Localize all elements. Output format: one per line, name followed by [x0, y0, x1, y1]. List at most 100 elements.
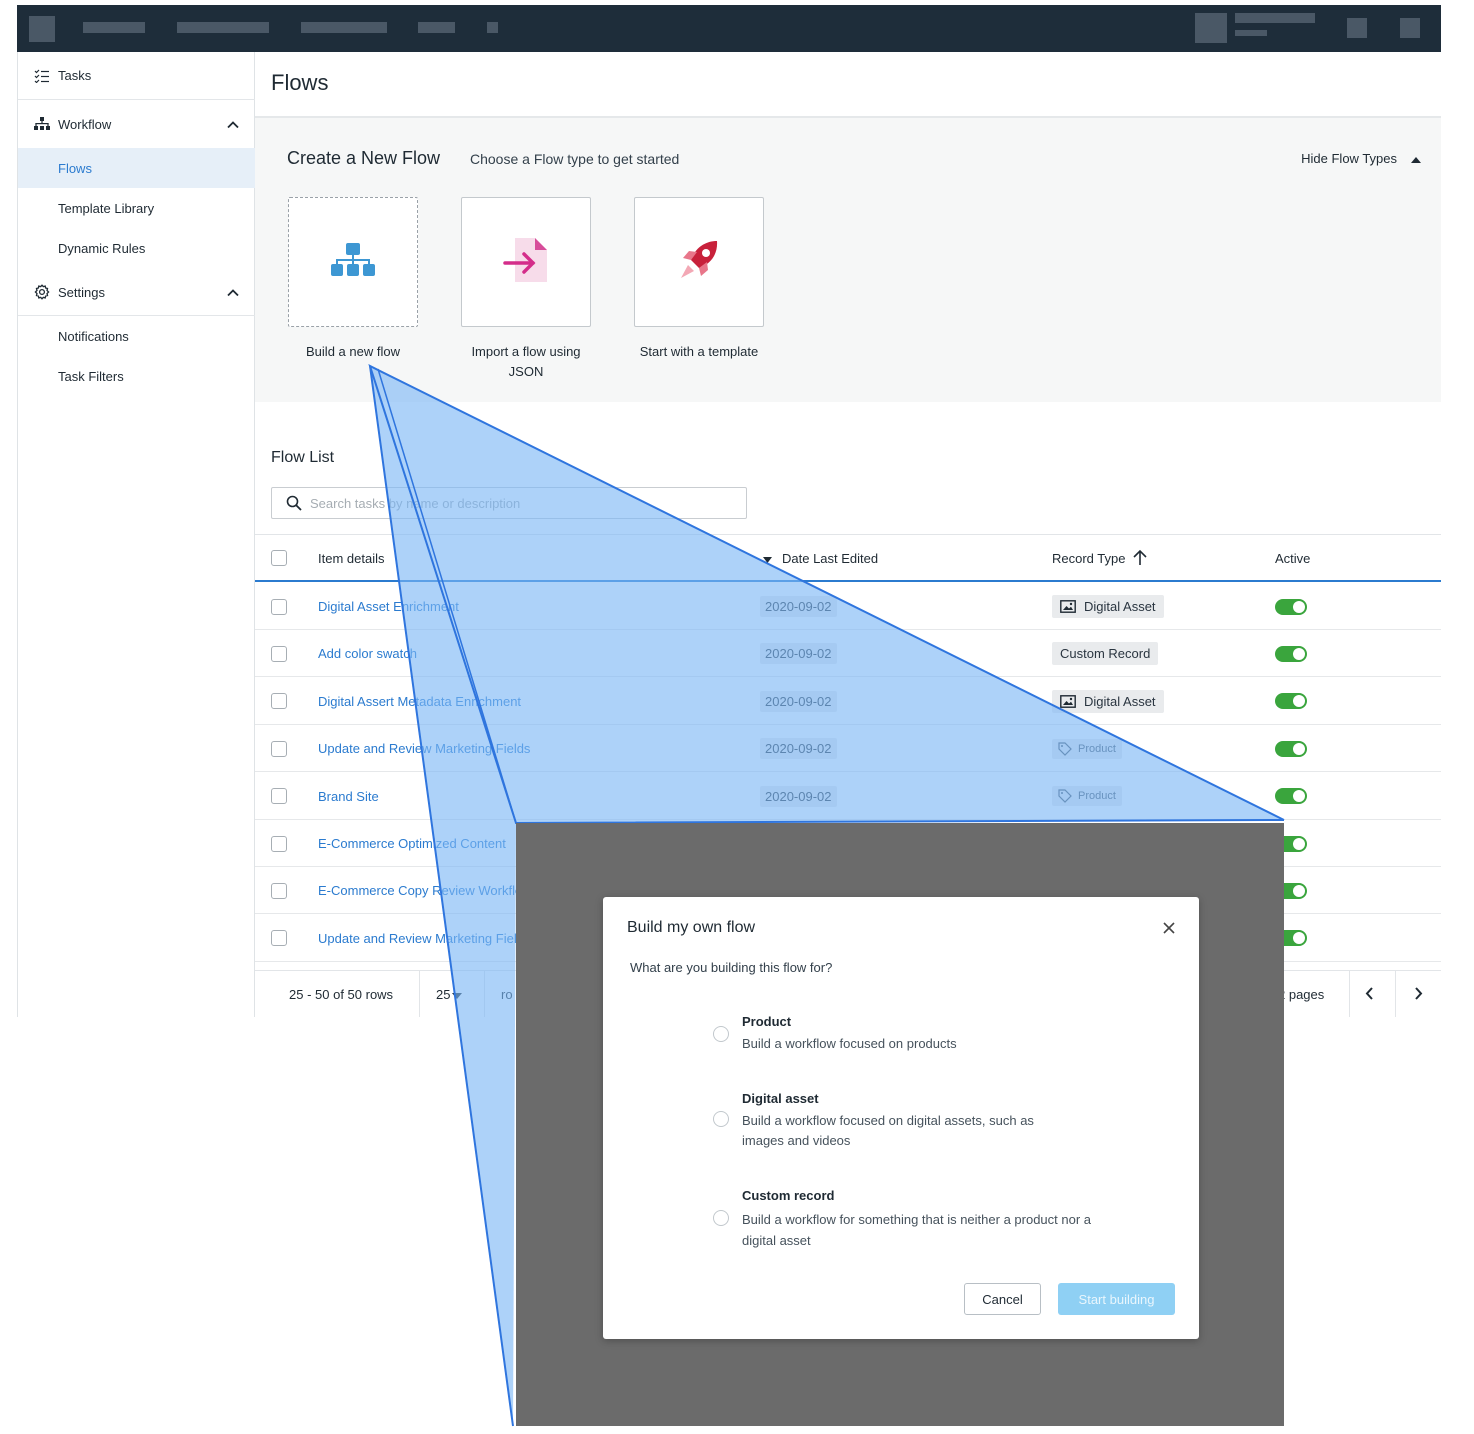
flow-name-link[interactable]: Brand Site: [318, 773, 379, 820]
row-checkbox-cell[interactable]: [271, 820, 287, 867]
chevron-up-icon[interactable]: [227, 285, 239, 300]
sidebar-item-settings[interactable]: Settings: [18, 268, 255, 316]
flow-name-link[interactable]: Update and Review Marketing Fields: [318, 915, 530, 962]
table-row[interactable]: Digital Asset Enrichment 2020-09-02 Digita…: [255, 583, 1441, 630]
record-type-label: Product: [1078, 790, 1116, 803]
column-record-type[interactable]: Record Type: [1052, 535, 1148, 581]
hide-flow-types-button[interactable]: Hide Flow Types: [1301, 151, 1421, 166]
digital-asset-radio[interactable]: [713, 1111, 729, 1127]
row-checkbox[interactable]: [271, 835, 287, 852]
flow-name-link[interactable]: E-Commerce Copy Review Workflow: [318, 867, 532, 914]
record-type-label: Digital Asset: [1084, 693, 1156, 709]
search-input[interactable]: [310, 495, 730, 511]
table-row[interactable]: Update and Review Marketing Fields 2020-0…: [255, 725, 1441, 773]
active-cell: [1275, 583, 1307, 630]
chevron-up-icon[interactable]: [227, 117, 239, 132]
build-new-flow-card[interactable]: [288, 197, 418, 327]
option-title: Digital asset: [742, 1091, 819, 1106]
row-checkbox-cell[interactable]: [271, 867, 287, 914]
sidebar-item-task-filters[interactable]: Task Filters: [18, 356, 255, 396]
start-building-button[interactable]: Start building: [1058, 1283, 1175, 1315]
search-icon: [286, 495, 302, 511]
row-checkbox[interactable]: [271, 645, 287, 662]
row-checkbox[interactable]: [271, 930, 287, 947]
option-description: Build a workflow focused on digital asse…: [742, 1113, 1034, 1148]
image-icon: [1060, 694, 1076, 708]
table-row[interactable]: Digital Assert Metadata Enrichment 2020-0…: [255, 678, 1441, 725]
cancel-button[interactable]: Cancel: [964, 1283, 1041, 1315]
flow-name-link[interactable]: Add color swatch: [318, 630, 417, 677]
option-description: Build a workflow focused on products: [742, 1036, 957, 1051]
active-toggle[interactable]: [1275, 788, 1307, 805]
caret-down-icon: [452, 987, 463, 1002]
sidebar-item-workflow[interactable]: Workflow: [18, 100, 255, 148]
flow-name-link[interactable]: E-Commerce Optimized Content: [318, 820, 506, 867]
column-item-details[interactable]: Item details: [318, 535, 384, 581]
nav-placeholder-4[interactable]: [418, 22, 455, 33]
row-checkbox-cell[interactable]: [271, 630, 287, 677]
flow-list-title: Flow List: [271, 449, 335, 466]
sidebar-item-flows[interactable]: Flows: [18, 148, 255, 188]
app-logo-placeholder[interactable]: [29, 16, 55, 42]
divider: [1395, 971, 1396, 1017]
sidebar-item-tasks[interactable]: Tasks: [18, 52, 255, 99]
record-type-badge: Product: [1052, 738, 1122, 759]
product-radio[interactable]: [713, 1026, 729, 1042]
import-json-card[interactable]: [461, 197, 591, 327]
sidebar-item-label: Settings: [58, 284, 105, 300]
row-checkbox[interactable]: [271, 788, 287, 805]
active-toggle[interactable]: [1275, 740, 1307, 757]
table-row[interactable]: Brand Site 2020-09-02 Product: [255, 773, 1441, 820]
row-checkbox-cell[interactable]: [271, 773, 287, 820]
select-all-checkbox-cell[interactable]: [271, 535, 287, 581]
build-flow-dialog: Build my own flow What are you building …: [603, 897, 1199, 1339]
custom-record-radio[interactable]: [713, 1210, 729, 1226]
sort-caret-down-icon: [763, 551, 772, 566]
sidebar-item-dynamic-rules[interactable]: Dynamic Rules: [18, 228, 255, 268]
nav-placeholder-3[interactable]: [301, 22, 387, 33]
active-toggle[interactable]: [1275, 693, 1307, 710]
sitemap-icon: [34, 116, 50, 132]
select-all-checkbox[interactable]: [271, 550, 287, 566]
per-page-select[interactable]: 25: [436, 971, 463, 1017]
row-checkbox[interactable]: [271, 693, 287, 710]
start-template-card[interactable]: [634, 197, 764, 327]
flow-name-link[interactable]: Digital Asset Enrichment: [318, 583, 459, 630]
row-checkbox-cell[interactable]: [271, 915, 287, 962]
sidebar-item-template-library[interactable]: Template Library: [18, 188, 255, 228]
column-date-last-edited[interactable]: Date Last Edited: [763, 535, 878, 581]
topbar-action-1[interactable]: [1347, 18, 1367, 38]
next-page-button[interactable]: [1415, 971, 1423, 1017]
rows-label: ro: [501, 987, 513, 1002]
flow-name-link[interactable]: Update and Review Marketing Fields: [318, 725, 530, 772]
column-active[interactable]: Active: [1275, 535, 1310, 581]
prev-page-button[interactable]: [1365, 971, 1373, 1017]
row-checkbox-cell[interactable]: [271, 583, 287, 630]
sidebar-item-notifications[interactable]: Notifications: [18, 316, 255, 356]
row-checkbox[interactable]: [271, 740, 287, 757]
row-checkbox-cell[interactable]: [271, 678, 287, 725]
active-toggle[interactable]: [1275, 645, 1307, 662]
flow-name-link[interactable]: Digital Assert Metadata Enrichment: [318, 678, 521, 725]
nav-placeholder-2[interactable]: [177, 22, 269, 33]
import-json-label: Import a flow using JSON: [471, 344, 581, 379]
record-type-badge: Digital Asset: [1052, 689, 1164, 713]
date-chip: 2020-09-02: [760, 785, 837, 807]
user-avatar-placeholder[interactable]: [1195, 13, 1227, 43]
sidebar-item-label: Task Filters: [58, 368, 124, 384]
row-checkbox-cell[interactable]: [271, 725, 287, 772]
active-cell: [1275, 678, 1307, 725]
record-type-label: Product: [1078, 742, 1116, 755]
topbar-action-2[interactable]: [1400, 18, 1420, 38]
nav-placeholder-5[interactable]: [487, 22, 498, 33]
nav-placeholder-1[interactable]: [83, 22, 145, 33]
caret-up-icon: [1411, 151, 1421, 166]
row-checkbox[interactable]: [271, 882, 287, 899]
active-cell: [1275, 725, 1307, 772]
table-row[interactable]: Add color swatch 2020-09-02 Custom Record: [255, 630, 1441, 678]
active-toggle[interactable]: [1275, 598, 1307, 615]
search-field[interactable]: [271, 487, 747, 519]
close-icon[interactable]: [1163, 919, 1175, 937]
row-checkbox[interactable]: [271, 598, 287, 615]
sidebar-item-label: Template Library: [58, 200, 155, 216]
